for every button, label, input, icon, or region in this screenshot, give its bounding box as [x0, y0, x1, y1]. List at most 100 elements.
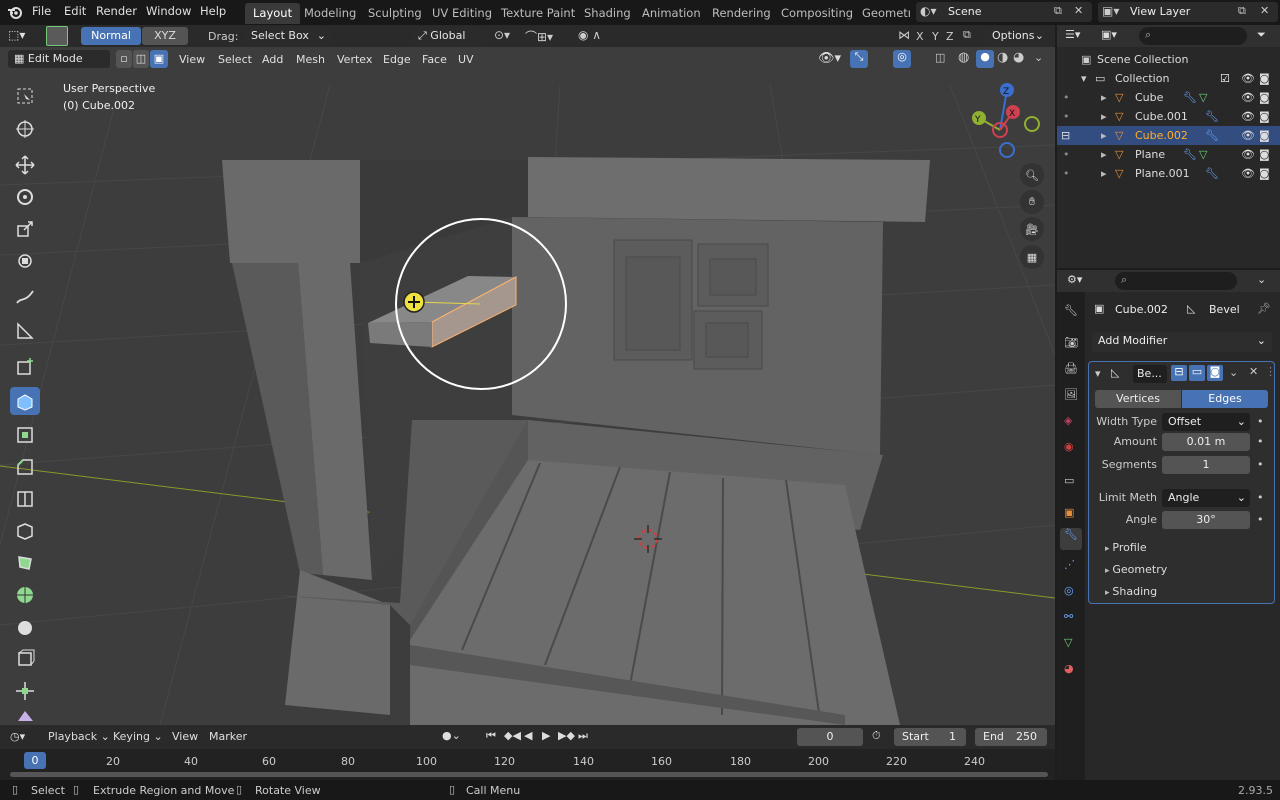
- camera-icon[interactable]: ◙: [1259, 88, 1270, 107]
- tab-animation[interactable]: Animation: [634, 3, 709, 24]
- output-tab-icon[interactable]: 🖨︎: [1064, 362, 1078, 375]
- play-reverse-icon[interactable]: ◀: [524, 729, 532, 742]
- cursor-tool-icon[interactable]: [10, 115, 40, 143]
- tab-texture-paint[interactable]: Texture Paint: [493, 3, 583, 24]
- eye-icon[interactable]: 👁︎: [1241, 88, 1255, 107]
- extrude-tool-icon[interactable]: [10, 387, 40, 415]
- menu-edit[interactable]: Edit: [64, 4, 86, 18]
- perspective-toggle-icon[interactable]: ▦: [1020, 245, 1044, 269]
- segments-field[interactable]: 1: [1162, 456, 1250, 474]
- menu-help[interactable]: Help: [200, 4, 226, 18]
- select-box-tool-icon[interactable]: [10, 82, 40, 110]
- add-modifier-dropdown[interactable]: Add Modifier ⌄: [1092, 332, 1272, 352]
- end-frame-field[interactable]: End 250: [975, 728, 1047, 746]
- chevron-down-icon[interactable]: ⌄: [1257, 273, 1266, 286]
- keyframe-dot-icon[interactable]: •: [1257, 513, 1264, 526]
- chevron-down-icon[interactable]: ⌄: [1229, 366, 1238, 379]
- checkbox-icon[interactable]: ☑: [1220, 69, 1230, 88]
- navigation-gizmo[interactable]: Z Y X: [965, 80, 1050, 165]
- pan-hand-icon[interactable]: ✋︎: [1020, 190, 1044, 214]
- affect-edges-button[interactable]: Edges: [1182, 390, 1268, 408]
- keyframe-dot-icon[interactable]: •: [1257, 458, 1264, 471]
- menu-window[interactable]: Window: [146, 4, 191, 18]
- close-icon[interactable]: ✕: [1249, 365, 1258, 378]
- modifier-name-field[interactable]: Be...: [1133, 365, 1167, 383]
- collection-tab-icon[interactable]: ▭: [1064, 474, 1074, 487]
- 3d-viewport[interactable]: ⬚▾ Normal XYZ Drag: Select Box ⌄ ⤢ Global…: [0, 25, 1055, 725]
- expand-down-icon[interactable]: ▾: [1081, 69, 1087, 88]
- current-frame-field[interactable]: 0: [797, 728, 863, 746]
- play-icon[interactable]: ▶: [542, 729, 550, 742]
- playback-menu[interactable]: Playback ⌄: [48, 730, 110, 743]
- properties-search-input[interactable]: ⌕: [1115, 272, 1237, 290]
- close-scene-icon[interactable]: ✕: [1074, 4, 1083, 17]
- particles-tab-icon[interactable]: ⋰: [1064, 558, 1075, 571]
- tab-modeling[interactable]: Modeling: [296, 3, 364, 24]
- viewport-display-icon[interactable]: ▭: [1189, 365, 1205, 381]
- keyframe-dot-icon[interactable]: •: [1257, 491, 1264, 504]
- outliner-item[interactable]: • ▸ ▽ Cube.001 🔧︎ 👁︎ ◙: [1057, 107, 1280, 126]
- object-tab-icon[interactable]: ▣: [1064, 506, 1074, 519]
- camera-icon[interactable]: ◙: [1259, 69, 1270, 88]
- outliner-item[interactable]: • ▸ ▽ Plane.001 🔧︎ 👁︎ ◙: [1057, 164, 1280, 183]
- camera-icon[interactable]: ◙: [1259, 107, 1270, 126]
- knife-tool-icon[interactable]: [10, 517, 40, 545]
- transform-tool-icon[interactable]: [10, 247, 40, 275]
- view-layer-tab-icon[interactable]: 🖼︎: [1064, 388, 1078, 401]
- angle-field[interactable]: 30°: [1162, 511, 1250, 529]
- outliner-row-scene-collection[interactable]: ▣ Scene Collection: [1057, 50, 1280, 69]
- scale-tool-icon[interactable]: [10, 215, 40, 243]
- tab-sculpting[interactable]: Sculpting: [360, 3, 430, 24]
- render-display-icon[interactable]: ◙: [1207, 365, 1223, 381]
- playhead[interactable]: 0: [24, 752, 46, 769]
- copy-view-layer-icon[interactable]: ⧉: [1238, 4, 1246, 18]
- timeline-scrollbar[interactable]: [10, 772, 1048, 777]
- tab-shading[interactable]: Shading: [576, 3, 639, 24]
- shear-tool-icon[interactable]: [10, 709, 40, 723]
- tab-layout[interactable]: Layout: [245, 3, 301, 24]
- display-mode-icon[interactable]: ▣▾: [1101, 28, 1117, 41]
- start-frame-field[interactable]: Start 1: [894, 728, 966, 746]
- modifier-tab-icon[interactable]: 🔧︎: [1060, 528, 1082, 550]
- zoom-icon[interactable]: 🔍︎: [1020, 163, 1044, 187]
- scene-tab-icon[interactable]: ◈: [1064, 414, 1072, 427]
- constraints-tab-icon[interactable]: ⚯: [1064, 610, 1073, 623]
- camera-icon[interactable]: ◙: [1259, 145, 1270, 164]
- move-tool-icon[interactable]: [10, 151, 40, 179]
- eye-icon[interactable]: 👁︎: [1241, 69, 1255, 88]
- jump-end-icon[interactable]: ⏭: [578, 729, 588, 743]
- shrink-fatten-tool-icon[interactable]: [10, 677, 40, 705]
- tab-compositing[interactable]: Compositing: [773, 3, 861, 24]
- camera-icon[interactable]: ◙: [1259, 126, 1270, 145]
- tab-geometry-nodes[interactable]: Geometr: [854, 3, 910, 24]
- eye-icon[interactable]: 👁︎: [1241, 145, 1255, 164]
- outliner-item-selected[interactable]: ⊟ ▸ ▽ Cube.002 🔧︎ 👁︎ ◙: [1057, 126, 1280, 145]
- tab-uv-editing[interactable]: UV Editing: [424, 3, 500, 24]
- annotate-tool-icon[interactable]: [10, 283, 40, 311]
- rotate-tool-icon[interactable]: [10, 183, 40, 211]
- keying-menu[interactable]: Keying ⌄: [113, 730, 163, 743]
- width-type-dropdown[interactable]: Offset ⌄: [1162, 413, 1250, 431]
- close-view-layer-icon[interactable]: ✕: [1260, 4, 1269, 17]
- marker-menu[interactable]: Marker: [209, 730, 247, 743]
- material-tab-icon[interactable]: ◕: [1064, 662, 1074, 675]
- geometry-subpanel[interactable]: ▸ Geometry: [1105, 563, 1167, 576]
- drag-handle-icon[interactable]: ⋮⋮: [1265, 365, 1280, 378]
- jump-start-icon[interactable]: ⏮: [486, 729, 496, 743]
- next-keyframe-icon[interactable]: ▶◆: [558, 729, 575, 742]
- filter-icon[interactable]: ⏷: [1257, 28, 1266, 42]
- eye-icon[interactable]: 👁︎: [1241, 107, 1255, 126]
- limit-method-dropdown[interactable]: Angle ⌄: [1162, 489, 1250, 507]
- amount-field[interactable]: 0.01 m: [1162, 433, 1250, 451]
- world-tab-icon[interactable]: ◉: [1064, 440, 1074, 453]
- eye-icon[interactable]: 👁︎: [1241, 164, 1255, 183]
- menu-file[interactable]: File: [32, 4, 51, 18]
- tool-tab-icon[interactable]: 🔧︎: [1064, 304, 1078, 317]
- profile-subpanel[interactable]: ▸ Profile: [1105, 541, 1147, 554]
- prev-keyframe-icon[interactable]: ◆◀: [504, 729, 521, 742]
- render-tab-icon[interactable]: 📷︎: [1064, 336, 1078, 349]
- editor-type-icon[interactable]: ⚙▾: [1067, 273, 1082, 286]
- clock-editor-icon[interactable]: ◷▾: [10, 730, 25, 743]
- inset-tool-icon[interactable]: [10, 421, 40, 449]
- measure-tool-icon[interactable]: [10, 317, 40, 345]
